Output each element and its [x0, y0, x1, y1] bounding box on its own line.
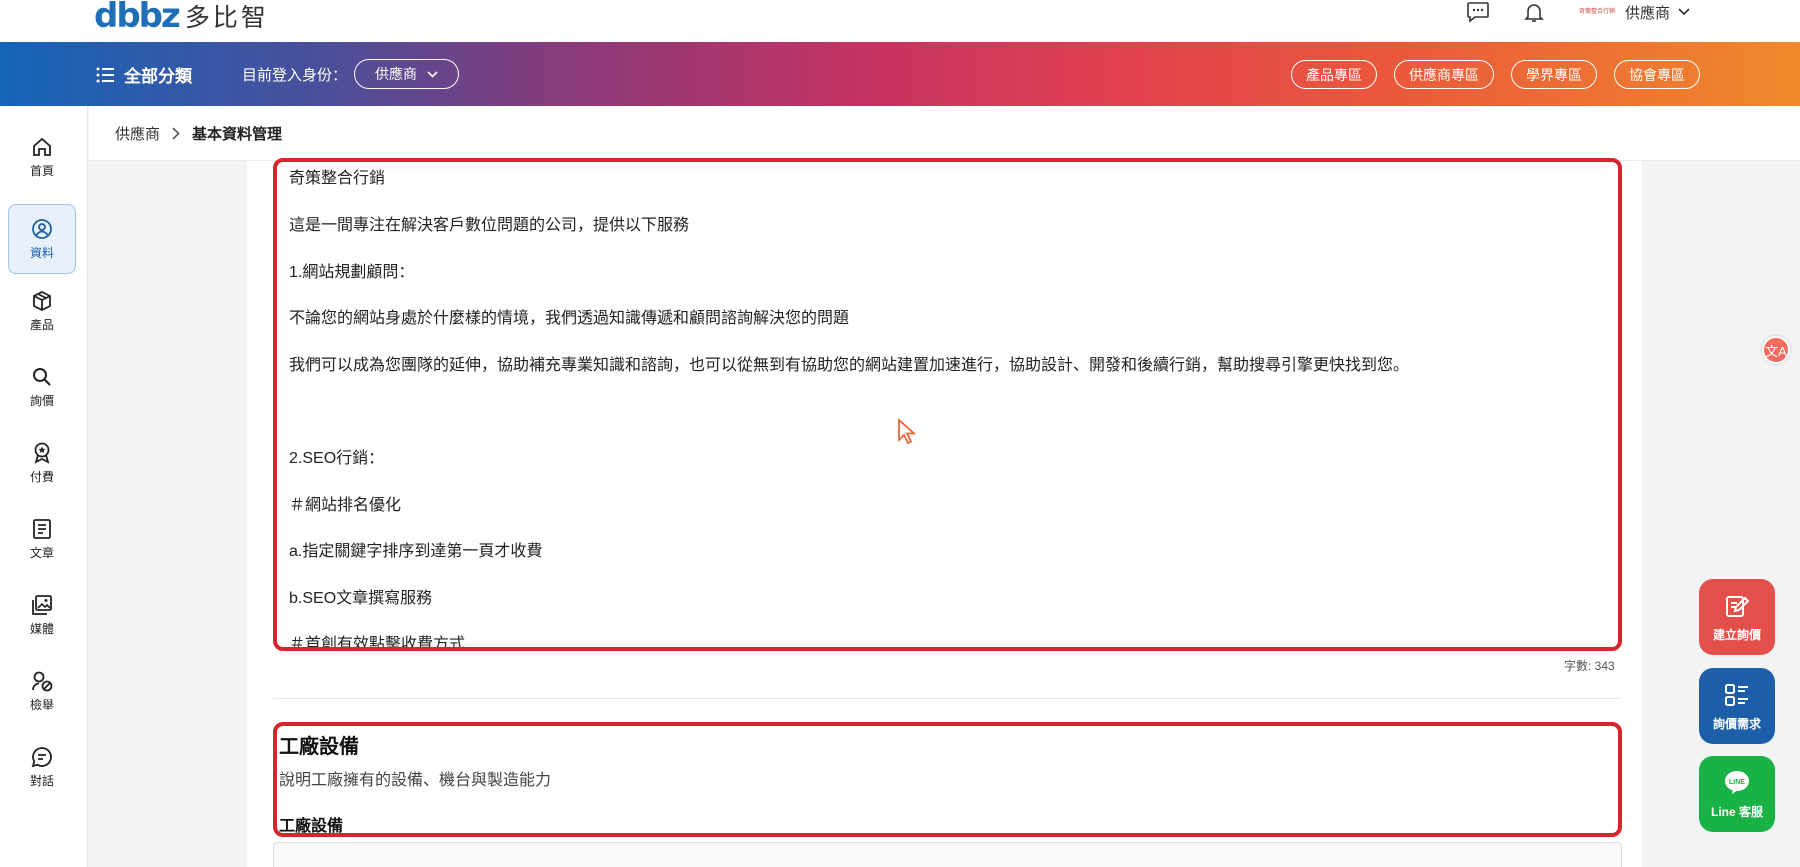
fab-label: 建立詢價 — [1712, 627, 1761, 642]
top-header: dbbz 多比智 奇策整合行銷 供應商 — [0, 0, 1800, 42]
mouse-cursor-icon — [898, 418, 917, 445]
sidebar: 首頁 資料 產品 詢價 付費 文章 媒體 檢舉 對話 — [0, 106, 88, 867]
messages-icon[interactable] — [1465, 0, 1491, 24]
sidebar-item-label: 首頁 — [29, 163, 54, 178]
bell-icon[interactable] — [1521, 0, 1547, 24]
main-nav: 全部分類 目前登入身份： 供應商 產品專區 供應商專區 學界專區 協會專區 — [0, 42, 1800, 106]
company-logo: 奇策整合行銷 — [1578, 9, 1615, 15]
company-description-textarea[interactable]: 奇策整合行銷 這是一間專注在解決客戶數位問題的公司，提供以下服務 1.網站規劃顧… — [273, 158, 1622, 651]
factory-equipment-section: 工廠設備 說明工廠擁有的設備、機台與製造能力 工廠設備 — [273, 722, 1622, 837]
user-circle-icon — [32, 218, 52, 239]
search-icon — [33, 367, 51, 386]
header-actions: 奇策整合行銷 供應商 — [1465, 0, 1690, 24]
description-line: 奇策整合行銷 — [289, 170, 386, 187]
nav-link-suppliers[interactable]: 供應商專區 — [1394, 60, 1494, 89]
breadcrumb-root[interactable]: 供應商 — [115, 123, 160, 144]
word-count: 字數: 343 — [1564, 659, 1615, 673]
role-select[interactable]: 供應商 — [354, 59, 459, 89]
section-divider — [273, 698, 1622, 699]
box-icon — [33, 290, 51, 311]
sidebar-item-inquiry[interactable]: 詢價 — [8, 352, 76, 422]
article-icon — [33, 518, 51, 539]
all-categories-button[interactable]: 全部分類 — [96, 62, 192, 87]
description-line: 2.SEO行銷： — [289, 450, 385, 467]
description-line: ＃網站排名優化 — [289, 497, 402, 514]
sidebar-item-media[interactable]: 媒體 — [8, 580, 76, 650]
media-icon — [32, 594, 52, 615]
line-chat-icon: LINE — [1725, 770, 1749, 794]
description-line: ＃首創有效點擊收費方式 — [289, 636, 466, 651]
nav-link-academia[interactable]: 學界專區 — [1511, 60, 1597, 89]
badge-icon — [34, 442, 50, 464]
role-value: 供應商 — [375, 66, 417, 82]
sidebar-item-label: 對話 — [29, 773, 54, 788]
section-title: 工廠設備 — [279, 736, 359, 758]
chevron-down-icon — [1678, 8, 1690, 16]
sidebar-item-products[interactable]: 產品 — [8, 276, 76, 346]
translate-glyph: 文A — [1765, 343, 1787, 359]
description-line: 這是一間專注在解決客戶數位問題的公司，提供以下服務 — [289, 217, 690, 234]
line-service-button[interactable]: LINE Line 客服 — [1699, 756, 1775, 832]
report-icon — [32, 671, 53, 691]
description-line: 1.網站規劃顧問： — [289, 264, 415, 281]
sidebar-item-payment[interactable]: 付費 — [8, 428, 76, 498]
role-label: 目前登入身份： — [242, 67, 348, 84]
user-name: 供應商 — [1624, 4, 1670, 22]
nav-link-products[interactable]: 產品專區 — [1291, 60, 1377, 89]
sidebar-item-label: 媒體 — [29, 621, 54, 636]
section-description: 說明工廠擁有的設備、機台與製造能力 — [279, 772, 552, 789]
inquiry-needs-button[interactable]: 詢價需求 — [1699, 668, 1775, 744]
sidebar-item-profile[interactable]: 資料 — [8, 204, 76, 274]
all-categories-label: 全部分類 — [124, 67, 192, 86]
translate-icon[interactable]: 文A — [1762, 336, 1790, 364]
description-line: a.指定關鍵字排序到達第一頁才收費 — [289, 543, 543, 560]
sidebar-item-label: 文章 — [29, 545, 54, 560]
fab-label: Line 客服 — [1710, 804, 1763, 819]
sidebar-item-home[interactable]: 首頁 — [8, 122, 76, 192]
sidebar-item-chat[interactable]: 對話 — [8, 732, 76, 802]
chevron-right-icon — [172, 126, 180, 140]
logo-text: 多比智 — [184, 4, 269, 32]
description-line: b.SEO文章撰寫服務 — [289, 590, 433, 607]
sidebar-item-label: 付費 — [29, 469, 54, 484]
sidebar-item-articles[interactable]: 文章 — [8, 504, 76, 574]
list-grid-icon — [1725, 683, 1748, 706]
chat-icon — [31, 746, 52, 767]
nav-link-associations[interactable]: 協會專區 — [1614, 60, 1700, 89]
site-logo[interactable]: dbbz 多比智 — [94, 0, 269, 36]
editor-toolbar[interactable] — [273, 842, 1622, 867]
description-line: 不論您的網站身處於什麼樣的情境，我們透過知識傳遞和顧問諮詢解決您的問題 — [289, 310, 850, 327]
breadcrumb: 供應商 基本資料管理 — [89, 106, 1800, 161]
home-icon — [33, 137, 51, 156]
user-menu[interactable]: 奇策整合行銷 供應商 — [1577, 2, 1690, 23]
menu-list-icon — [96, 67, 114, 82]
sidebar-item-report[interactable]: 檢舉 — [8, 656, 76, 726]
sidebar-item-label: 資料 — [29, 245, 54, 260]
line-badge-text: LINE — [1729, 779, 1745, 786]
breadcrumb-current: 基本資料管理 — [192, 125, 283, 143]
field-label: 工廠設備 — [279, 818, 344, 835]
sidebar-item-label: 檢舉 — [29, 697, 54, 712]
edit-note-icon — [1726, 595, 1750, 617]
sidebar-item-label: 詢價 — [29, 393, 54, 408]
fab-label: 詢價需求 — [1712, 716, 1761, 731]
logo-mark: dbbz — [94, 0, 181, 36]
chevron-down-icon — [427, 70, 438, 78]
zone-links: 產品專區 供應商專區 學界專區 協會專區 — [1291, 60, 1700, 89]
description-line: 我們可以成為您團隊的延伸，協助補充專業知識和諮詢，也可以從無到有協助您的網站建置… — [289, 357, 1410, 374]
sidebar-item-label: 產品 — [29, 317, 54, 332]
create-inquiry-button[interactable]: 建立詢價 — [1699, 579, 1775, 655]
